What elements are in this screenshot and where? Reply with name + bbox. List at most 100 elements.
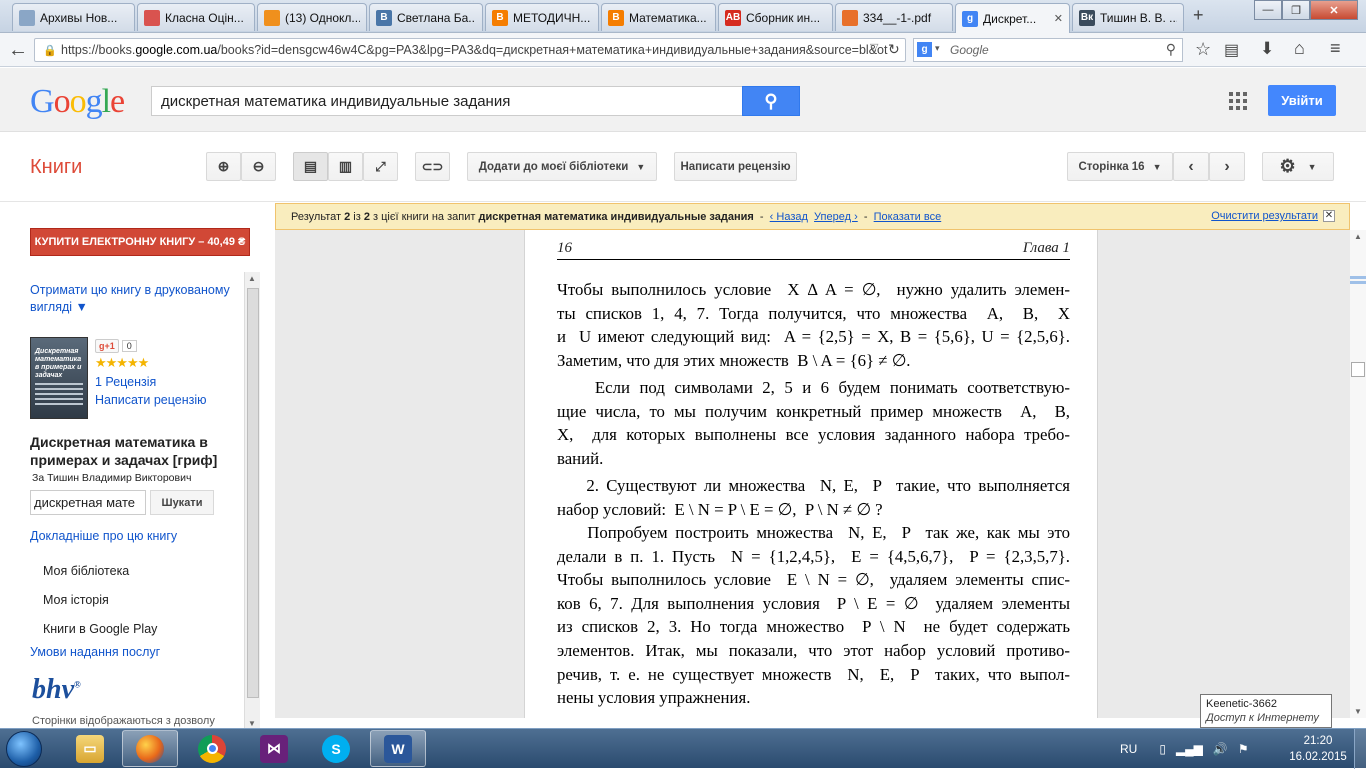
scroll-up-arrow-icon[interactable]: ▲ bbox=[248, 274, 256, 283]
sidebar-scrollbar[interactable]: ▲ ▼ bbox=[244, 272, 260, 730]
zoom-out-button[interactable]: ⊖ bbox=[241, 152, 276, 181]
write-review-link[interactable]: Написати рецензію bbox=[95, 393, 207, 407]
books-search-input[interactable]: дискретная математика индивидуальные зад… bbox=[151, 86, 743, 116]
search-in-book-button[interactable]: Шукати bbox=[150, 490, 214, 515]
download-icon[interactable]: ⬇ bbox=[1260, 39, 1274, 59]
browser-tab[interactable]: B Математика... bbox=[601, 3, 716, 31]
gplus-button[interactable]: g+1 bbox=[95, 339, 119, 353]
two-page-view-button[interactable]: ▥ bbox=[328, 152, 363, 181]
google-logo[interactable]: Google bbox=[30, 83, 125, 121]
chevron-down-icon: ▼ bbox=[636, 161, 646, 172]
url-dropdown-icon[interactable]: ▽ bbox=[870, 41, 878, 54]
browser-tab[interactable]: (13) Однокл... bbox=[257, 3, 367, 31]
zoom-in-button[interactable]: ⊕ bbox=[206, 152, 241, 181]
clock-date: 16.02.2015 bbox=[1289, 751, 1347, 763]
menu-my-library[interactable]: Моя бібліотека bbox=[43, 564, 129, 578]
previous-page-button[interactable]: ‹ bbox=[1173, 152, 1209, 181]
close-tab-icon[interactable]: ✕ bbox=[1054, 12, 1063, 25]
apps-grid-icon[interactable] bbox=[1229, 92, 1247, 110]
bookmarks-list-icon[interactable]: ▤ bbox=[1224, 40, 1239, 60]
clear-results-link[interactable]: Очистити результати bbox=[1211, 210, 1318, 222]
maximize-button[interactable]: ❐ bbox=[1282, 0, 1310, 20]
search-hit-marker[interactable] bbox=[1350, 276, 1366, 279]
firefox-icon bbox=[136, 734, 164, 763]
system-clock[interactable]: 21:20 16.02.2015 bbox=[1288, 733, 1348, 765]
browser-tab[interactable]: Архивы Нов... bbox=[12, 3, 135, 31]
tab-favicon-icon bbox=[842, 9, 858, 26]
gear-icon: ⚙ bbox=[1279, 156, 1296, 176]
close-icon[interactable]: ✕ bbox=[1323, 210, 1335, 222]
browser-tab[interactable]: AB Сборник ин... bbox=[718, 3, 833, 31]
fullscreen-button[interactable]: ⤢ bbox=[363, 152, 398, 181]
get-print-book-link[interactable]: Отримати цю книгу в друкованому вигляді … bbox=[30, 282, 245, 316]
terms-link[interactable]: Умови надання послуг bbox=[30, 645, 160, 659]
reload-icon[interactable]: ↻ bbox=[888, 41, 900, 58]
search-button[interactable]: ⚲ bbox=[742, 86, 800, 116]
taskbar-word[interactable]: W bbox=[370, 730, 426, 767]
new-tab-button[interactable]: + bbox=[1193, 5, 1204, 26]
sidebar-scrollbar-thumb[interactable] bbox=[247, 288, 259, 698]
scroll-down-arrow-icon[interactable]: ▼ bbox=[248, 719, 256, 728]
start-button[interactable] bbox=[6, 731, 42, 767]
browser-tab[interactable]: Вк Тишин В. В. ... bbox=[1072, 3, 1184, 31]
result-back-link[interactable]: ‹ Назад bbox=[770, 211, 808, 223]
settings-button[interactable]: ⚙ ▼ bbox=[1262, 152, 1334, 181]
result-forward-link[interactable]: Уперед › bbox=[814, 211, 858, 223]
write-review-button[interactable]: Написати рецензію bbox=[674, 152, 797, 181]
taskbar-firefox[interactable] bbox=[122, 730, 178, 767]
book-cover-image[interactable]: Дискретная математика в примерах и задач… bbox=[30, 337, 88, 419]
taskbar-explorer[interactable]: ▭ bbox=[62, 730, 118, 767]
google-search-engine-icon[interactable]: g bbox=[917, 42, 932, 57]
search-magnifier-icon[interactable]: ⚲ bbox=[1166, 41, 1176, 58]
language-indicator[interactable]: RU bbox=[1120, 742, 1137, 756]
close-window-button[interactable]: ✕ bbox=[1310, 0, 1358, 20]
search-engine-box[interactable]: g ▾ Google ⚲ bbox=[913, 38, 1183, 62]
engine-dropdown-icon[interactable]: ▾ bbox=[935, 43, 940, 54]
menu-icon[interactable]: ≡ bbox=[1330, 38, 1341, 59]
buy-ebook-button[interactable]: КУПИТИ ЕЛЕКТРОННУ КНИГУ – 40,49 ₴ bbox=[30, 228, 250, 256]
viewer-scrollbar[interactable]: ▲ ▼ bbox=[1350, 230, 1366, 718]
network-icon[interactable]: ▂▄▆ bbox=[1176, 742, 1203, 756]
book-page[interactable]: 16 Глава 1 Чтобы выполнилось условие X ∆… bbox=[524, 230, 1098, 718]
browser-tab[interactable]: 334__-1-.pdf bbox=[835, 3, 953, 31]
next-page-button[interactable]: › bbox=[1209, 152, 1245, 181]
browser-tab[interactable]: B МЕТОДИЧН... bbox=[485, 3, 599, 31]
viewer-scrollbar-thumb[interactable] bbox=[1351, 362, 1365, 377]
volume-icon[interactable]: 🔊 bbox=[1213, 742, 1228, 756]
show-desktop-button[interactable] bbox=[1354, 729, 1366, 769]
home-icon[interactable]: ⌂ bbox=[1294, 38, 1305, 59]
search-hit-marker[interactable] bbox=[1350, 281, 1366, 284]
device-icon[interactable]: ▯ bbox=[1159, 742, 1166, 756]
result-total: 2 bbox=[363, 210, 370, 223]
menu-my-history[interactable]: Моя історія bbox=[43, 593, 109, 607]
books-section-title[interactable]: Книги bbox=[30, 156, 82, 179]
page-selector[interactable]: Сторінка 16 ▼ bbox=[1067, 152, 1173, 181]
browser-tab[interactable]: g Дискрет... ✕ bbox=[955, 3, 1070, 33]
minimize-button[interactable]: — bbox=[1254, 0, 1282, 20]
sign-in-button[interactable]: Увійти bbox=[1268, 85, 1336, 116]
bookmark-star-icon[interactable]: ☆ bbox=[1195, 39, 1211, 60]
about-book-link[interactable]: Докладніше про цю книгу bbox=[30, 529, 177, 543]
taskbar-chrome[interactable] bbox=[184, 730, 240, 767]
scroll-up-arrow-icon[interactable]: ▲ bbox=[1354, 232, 1362, 241]
publisher-logo[interactable]: bhv® bbox=[32, 674, 81, 706]
reviews-link[interactable]: 1 Рецензія bbox=[95, 375, 156, 389]
show-all-link[interactable]: Показати все bbox=[874, 211, 942, 223]
page-selector-label: Сторінка 16 bbox=[1078, 160, 1145, 173]
search-in-book-input[interactable]: дискретная мате bbox=[30, 490, 146, 515]
flag-icon[interactable]: ⚑ bbox=[1238, 742, 1249, 756]
add-to-library-button[interactable]: Додати до моєї бібліотеки ▼ bbox=[467, 152, 657, 181]
single-page-view-button[interactable]: ▤ bbox=[293, 152, 328, 181]
browser-tab[interactable]: Класна Оцін... bbox=[137, 3, 255, 31]
address-bar[interactable]: 🔒 https://books. google.com.ua/books?id=d… bbox=[34, 38, 906, 62]
browser-tab[interactable]: В Светлана Ба... bbox=[369, 3, 483, 31]
taskbar-skype[interactable]: S bbox=[308, 730, 364, 767]
back-arrow-icon[interactable]: ← bbox=[8, 39, 28, 62]
text-line: набор условий: E \ N = P \ E = ∅, P \ N … bbox=[557, 499, 883, 519]
taskbar-visual-studio[interactable]: ⋈ bbox=[246, 730, 302, 767]
navigation-bar: ← 🔒 https://books. google.com.ua/books?id… bbox=[0, 33, 1366, 67]
text-line: ты списков 1, 4, 7. Тогда получится, что… bbox=[557, 303, 1070, 323]
menu-google-play-books[interactable]: Книги в Google Play bbox=[43, 622, 157, 636]
link-button[interactable]: ⊂⊃ bbox=[415, 152, 450, 181]
scroll-down-arrow-icon[interactable]: ▼ bbox=[1354, 707, 1362, 716]
